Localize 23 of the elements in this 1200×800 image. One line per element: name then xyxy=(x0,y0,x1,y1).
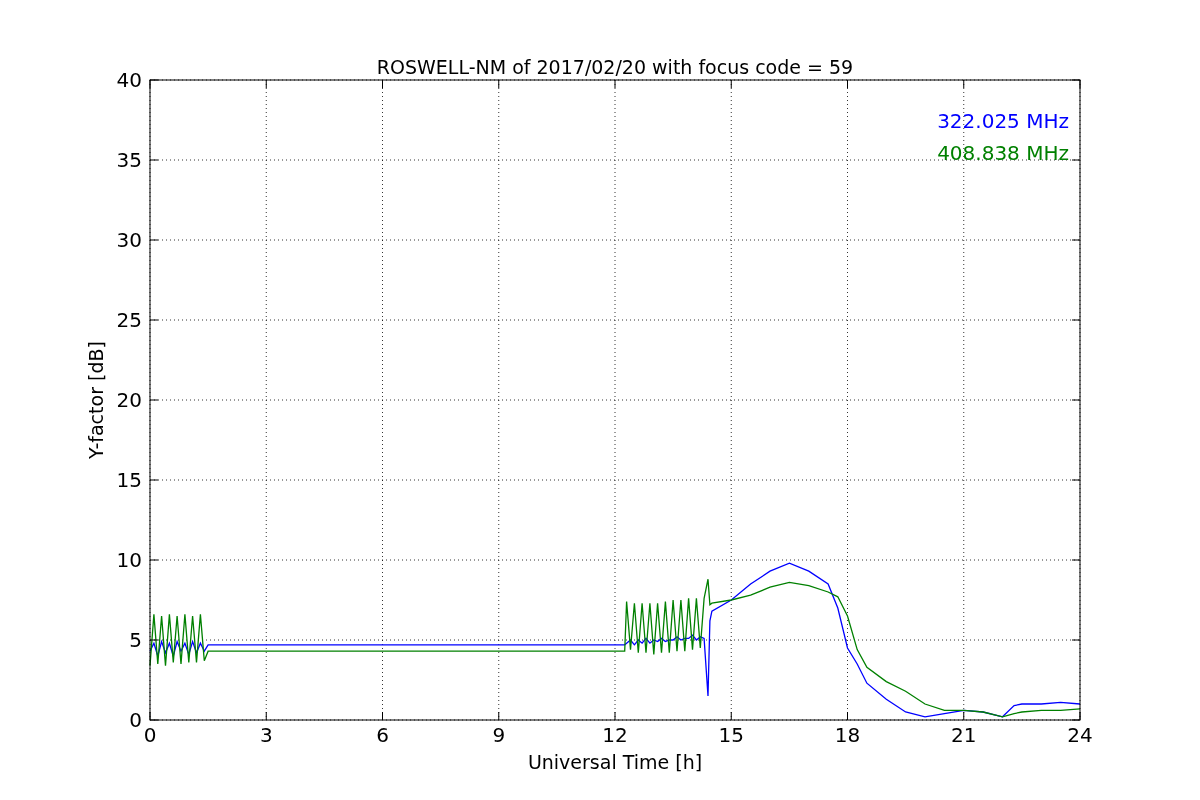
x-tick-label: 6 xyxy=(376,723,389,747)
x-tick-label: 18 xyxy=(834,723,861,747)
y-tick-label: 25 xyxy=(116,308,142,332)
y-tick-label: 40 xyxy=(116,68,142,92)
x-tick-label: 15 xyxy=(718,723,744,747)
y-axis-label: Y-factor [dB] xyxy=(85,341,107,459)
x-tick-label: 21 xyxy=(951,723,977,747)
legend-label: 408.838 MHz xyxy=(937,141,1069,165)
x-tick-label: 9 xyxy=(492,723,506,747)
x-tick-label: 24 xyxy=(1067,723,1093,747)
y-tick-label: 15 xyxy=(116,468,142,492)
y-tick-label: 5 xyxy=(129,628,142,652)
y-tick-label: 35 xyxy=(116,148,142,172)
x-tick-label: 3 xyxy=(259,723,273,747)
chart-title: ROSWELL-NM of 2017/02/20 with focus code = 59 xyxy=(376,56,854,78)
y-tick-label: 0 xyxy=(129,708,142,732)
y-tick-label: 20 xyxy=(116,388,142,412)
legend-label: 322.025 MHz xyxy=(937,109,1069,133)
x-axis-label: Universal Time [h] xyxy=(527,751,703,773)
x-tick-label: 12 xyxy=(602,723,628,747)
y-tick-label: 30 xyxy=(116,228,142,252)
y-tick-label: 10 xyxy=(116,548,142,572)
x-tick-label: 0 xyxy=(143,723,157,747)
